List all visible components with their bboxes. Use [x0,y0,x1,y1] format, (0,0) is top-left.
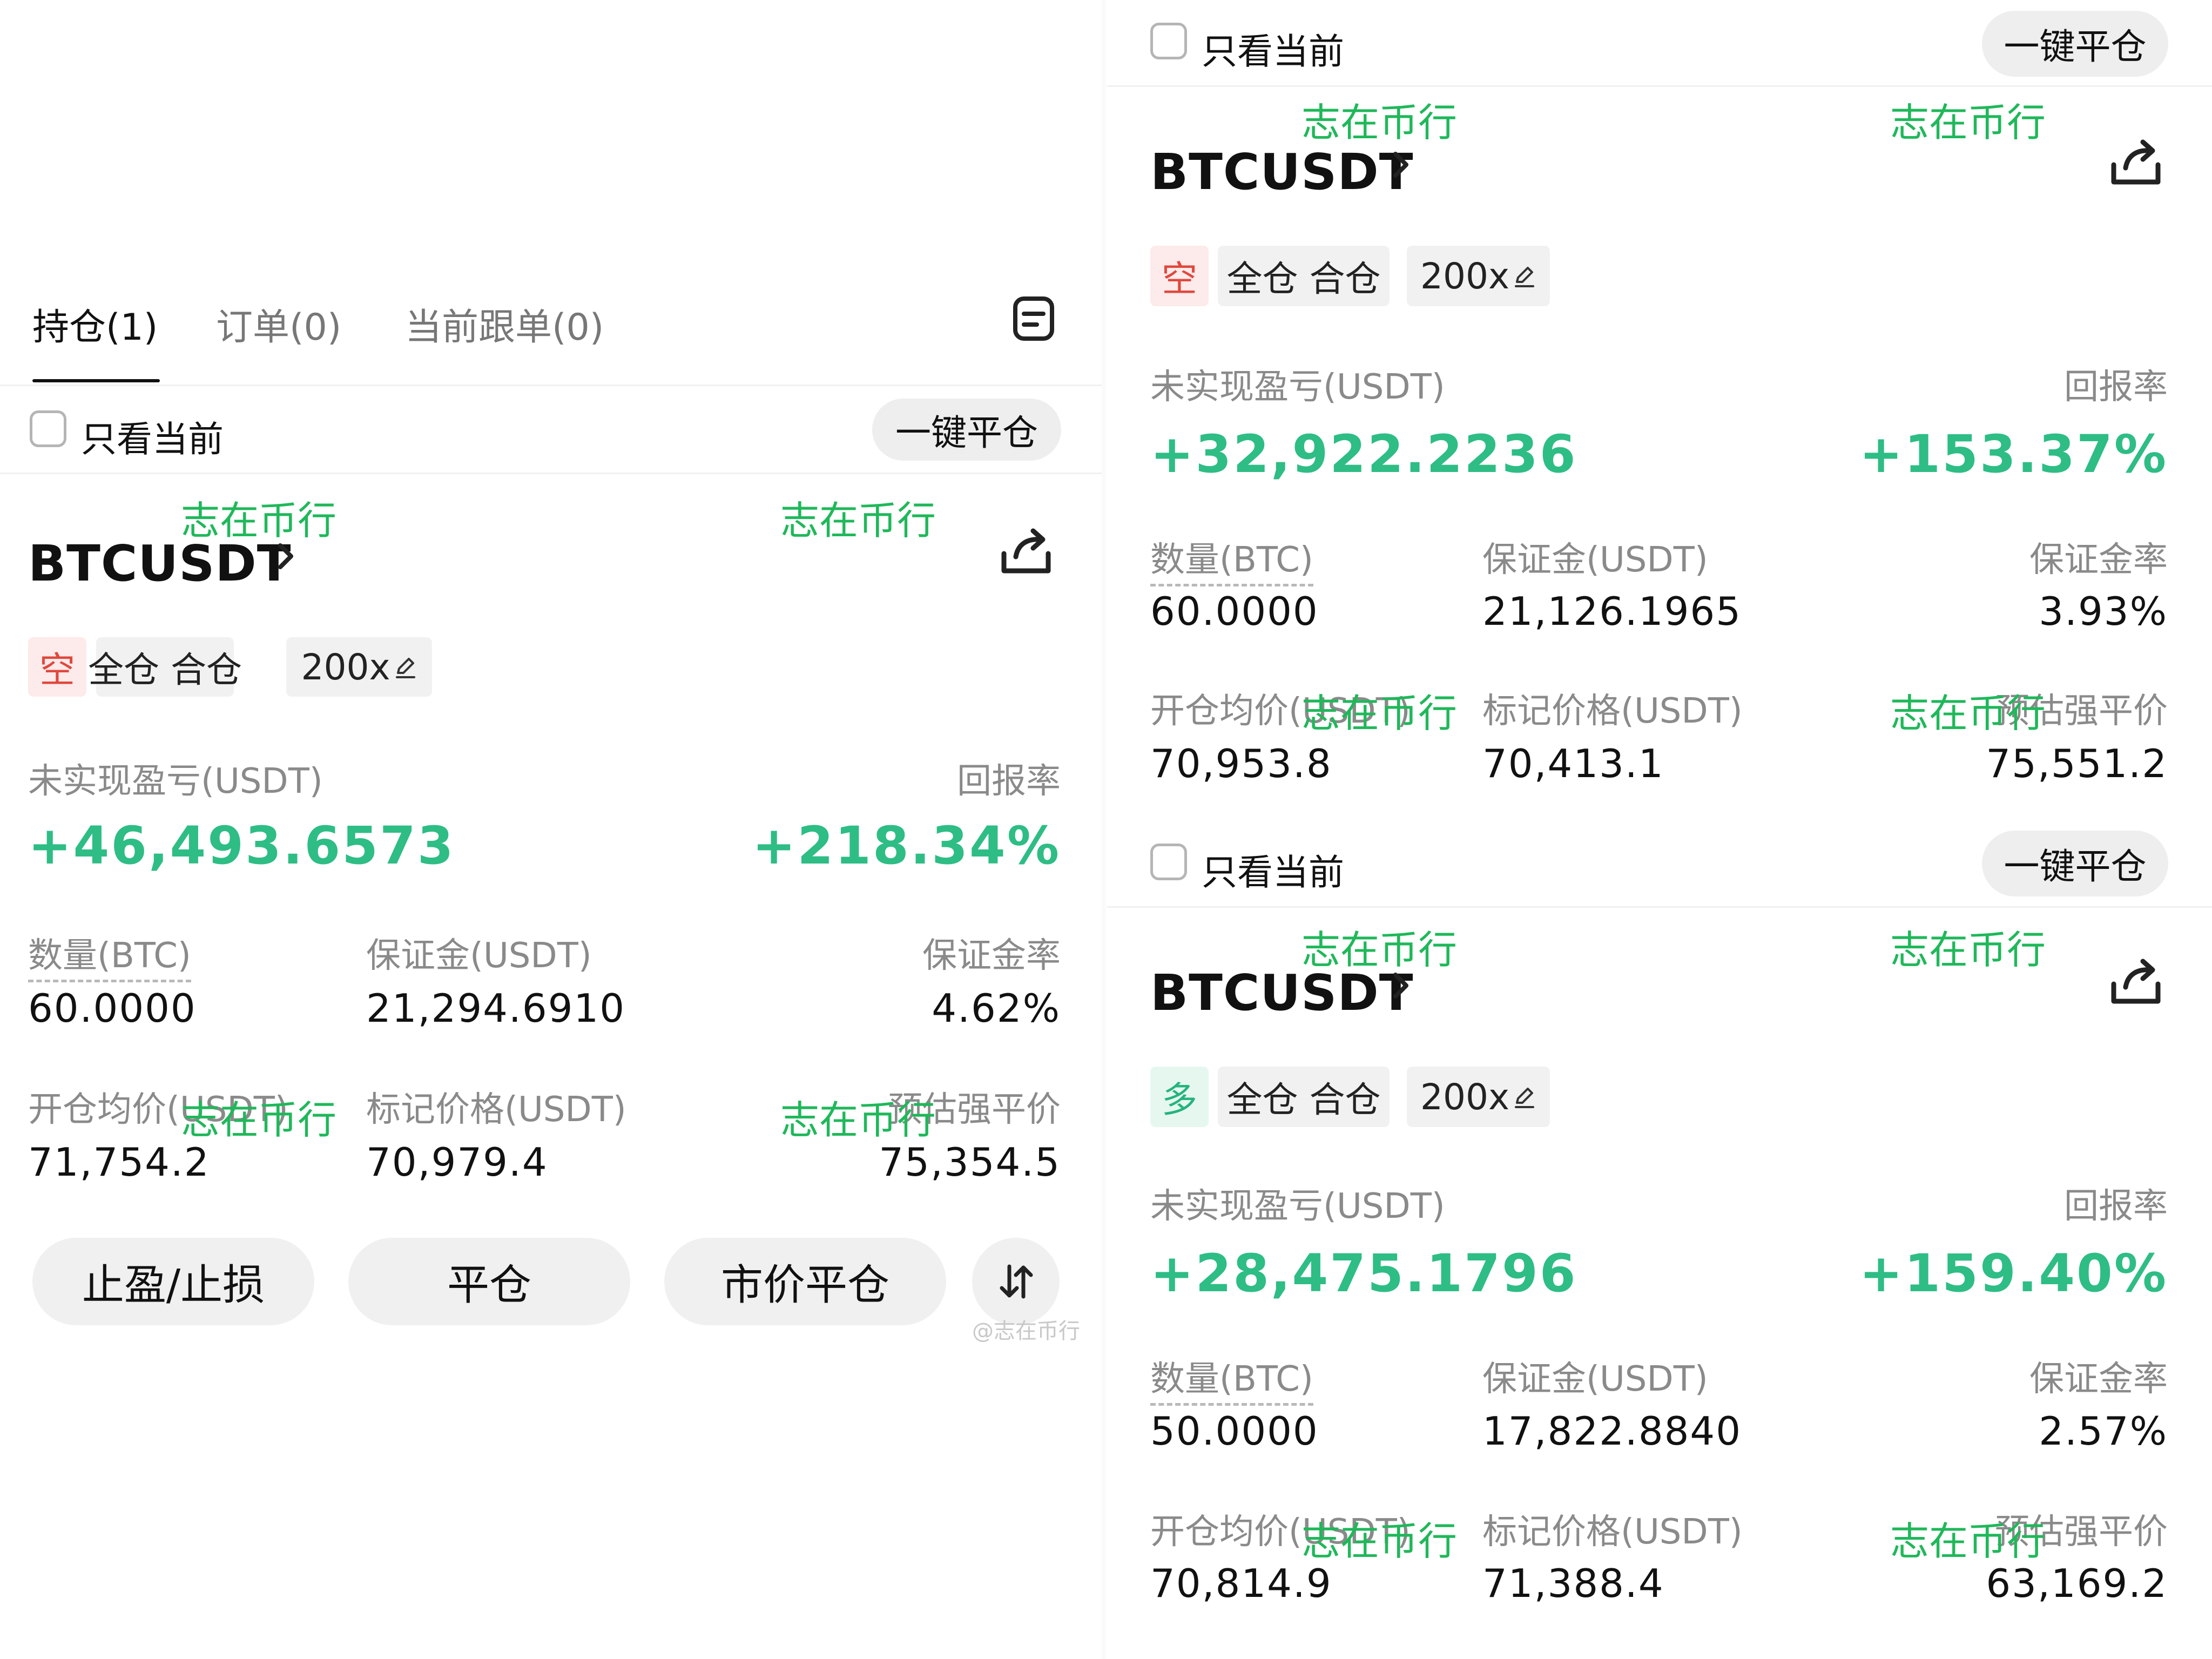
qty-value: 60.0000 [1150,589,1319,634]
leverage-tag[interactable]: 200x [286,637,432,697]
show-current-checkbox[interactable] [30,410,66,447]
watermark: 志在币行 [1890,691,2046,736]
show-current-label: 只看当前 [81,419,224,460]
watermark: 志在币行 [1301,1519,1458,1564]
margin-mode-tag: 全仓 合仓 [1218,246,1390,306]
unrealized-pnl-value: +32,922.2236 [1150,424,1577,484]
tab-positions[interactable]: 持仓(1) [32,297,158,350]
tab-divider [0,385,1102,386]
roe-value: +153.37% [1859,424,2168,484]
unrealized-pnl-label: 未实现盈亏(USDT) [28,761,323,801]
qty-value: 60.0000 [28,986,197,1031]
margin-mode-tag: 全仓 合仓 [88,637,242,697]
leverage-tag[interactable]: 200x [1407,1067,1550,1127]
margin-ratio-label: 保证金率 [922,936,1061,976]
margin-value: 21,294.6910 [366,986,626,1031]
roe-label: 回报率 [2064,1186,2168,1226]
watermark: 志在币行 [780,498,936,543]
mark-price-value: 70,979.4 [366,1139,548,1185]
margin-value: 17,822.8840 [1482,1408,1742,1454]
qty-label[interactable]: 数量(BTC) [1150,1351,1313,1406]
show-current-label: 只看当前 [1202,852,1344,893]
margin-ratio-value: 4.62% [932,986,1061,1031]
liq-price-value: 75,551.2 [1986,741,2168,786]
credit-watermark: @志在币行 [972,1319,1080,1344]
margin-value: 21,126.1965 [1482,589,1742,634]
side-tag: 空 [28,637,86,697]
unrealized-pnl-value: +46,493.6573 [28,815,455,876]
leverage-value: 200x [1420,1076,1510,1118]
sort-arrows-icon [1000,1264,1033,1299]
side-tag: 空 [1150,246,1209,306]
watermark: 志在币行 [181,1097,337,1143]
qty-label[interactable]: 数量(BTC) [28,928,191,982]
active-tab-indicator [32,379,160,382]
position-symbol[interactable]: BTCUSDT [1150,143,1413,201]
tp-sl-button[interactable]: 止盈/止损 [32,1238,314,1325]
mark-price-label: 标记价格(USDT) [366,1090,626,1130]
side-tag: 多 [1150,1067,1209,1127]
show-current-checkbox[interactable] [1150,23,1187,59]
margin-label: 保证金(USDT) [1482,540,1708,580]
close-all-button[interactable]: 一键平仓 [1982,831,2168,896]
margin-label: 保证金(USDT) [366,936,592,976]
leverage-tag[interactable]: 200x [1407,246,1550,306]
show-current-checkbox[interactable] [1150,844,1187,880]
leverage-value: 200x [301,646,390,688]
roe-value: +159.40% [1859,1243,2168,1304]
mark-price-value: 71,388.4 [1482,1561,1664,1606]
share-icon[interactable] [2106,952,2166,1011]
qty-value: 50.0000 [1150,1408,1319,1454]
watermark: 志在币行 [1301,100,1458,145]
chevron-right-icon[interactable] [1388,149,1415,181]
market-close-button[interactable]: 市价平仓 [664,1238,946,1325]
entry-price-value: 71,754.2 [28,1139,210,1185]
reverse-position-button[interactable] [972,1238,1060,1325]
roe-label: 回报率 [957,761,1061,801]
margin-ratio-label: 保证金率 [2029,540,2168,580]
entry-price-value: 70,953.8 [1150,741,1332,786]
roe-value: +218.34% [752,815,1061,876]
entry-price-value: 70,814.9 [1150,1561,1332,1606]
watermark: 志在币行 [181,498,337,543]
leverage-value: 200x [1420,255,1510,297]
unrealized-pnl-label: 未实现盈亏(USDT) [1150,367,1445,407]
edit-icon [1515,1088,1535,1108]
filter-divider [1107,85,2212,87]
tab-copy-trades[interactable]: 当前跟单(0) [405,297,604,350]
share-icon[interactable] [996,521,1056,581]
qty-label[interactable]: 数量(BTC) [1150,532,1313,586]
notes-icon[interactable] [1010,294,1058,343]
watermark: 志在币行 [780,1097,936,1143]
tab-orders[interactable]: 订单(0) [216,297,341,350]
panel-seam [1102,0,1106,1659]
filter-divider [1107,906,2212,908]
edit-icon [395,658,415,678]
roe-label: 回报率 [2064,367,2168,407]
edit-icon [1515,267,1535,287]
unrealized-pnl-value: +28,475.1796 [1150,1243,1577,1304]
watermark: 志在币行 [1890,100,2046,145]
liq-price-value: 63,169.2 [1986,1561,2168,1606]
margin-ratio-label: 保证金率 [2029,1359,2168,1399]
margin-label: 保证金(USDT) [1482,1359,1708,1399]
filter-divider [0,473,1102,474]
watermark: 志在币行 [1301,927,1458,973]
mark-price-value: 70,413.1 [1482,741,1664,786]
mark-price-label: 标记价格(USDT) [1482,1512,1743,1552]
margin-ratio-value: 2.57% [2039,1408,2168,1454]
margin-ratio-value: 3.93% [2039,589,2168,634]
watermark: 志在币行 [1301,691,1458,736]
close-all-button[interactable]: 一键平仓 [1982,11,2168,77]
watermark: 志在币行 [1890,927,2046,973]
unrealized-pnl-label: 未实现盈亏(USDT) [1150,1186,1445,1226]
watermark: 志在币行 [1890,1519,2046,1564]
close-position-button[interactable]: 平仓 [348,1238,630,1325]
close-all-button[interactable]: 一键平仓 [872,399,1061,461]
mark-price-label: 标记价格(USDT) [1482,691,1743,731]
margin-mode-tag: 全仓 合仓 [1218,1067,1390,1127]
liq-price-value: 75,354.5 [879,1139,1061,1185]
share-icon[interactable] [2106,132,2166,192]
show-current-label: 只看当前 [1202,31,1344,72]
